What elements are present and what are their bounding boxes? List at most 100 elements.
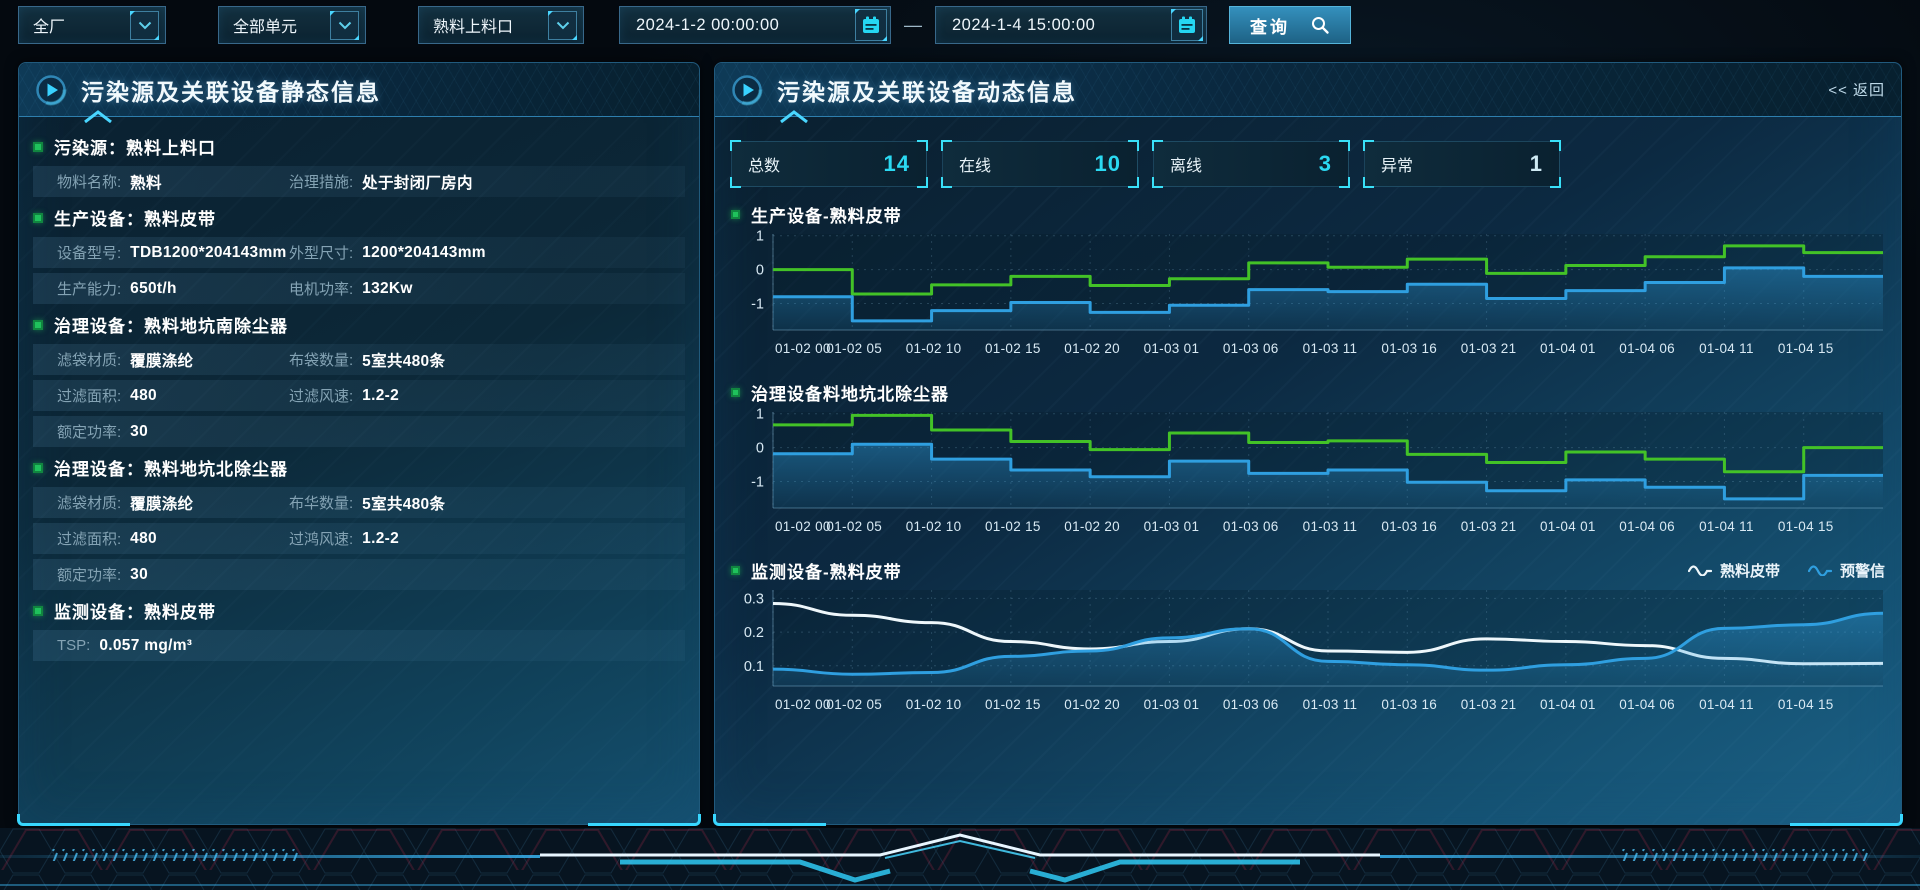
svg-text:01-03 16: 01-03 16: [1381, 697, 1437, 712]
corner-bracket: [730, 140, 741, 151]
svg-text:01-03 11: 01-03 11: [1303, 519, 1358, 534]
select-source[interactable]: 熟料上料口: [418, 6, 584, 44]
svg-text:01-03 11: 01-03 11: [1303, 341, 1358, 356]
dynamic-info-panel: 污染源及关联设备动态信息 << 返回 总数14在线10离线3异常1 生产设备-熟…: [714, 62, 1902, 825]
stat-label: 离线: [1170, 152, 1202, 176]
svg-text:01-03 01: 01-03 01: [1144, 519, 1200, 534]
chart-svg-wrap: 10-101-02 0001-02 0501-02 1001-02 1501-0…: [731, 230, 1885, 365]
dashboard-root: 全厂 全部单元 熟料上料口 2024-1-2 00:00:00: [0, 0, 1920, 890]
svg-text:01-03 21: 01-03 21: [1461, 341, 1517, 356]
svg-text:01-02 10: 01-02 10: [906, 341, 962, 356]
chart-title: 生产设备-熟料皮带: [751, 202, 902, 227]
stat-label: 总数: [748, 152, 780, 176]
info-cell: 过滤风速: 1.2-2: [289, 385, 399, 406]
chevron-down-icon[interactable]: [130, 11, 159, 40]
svg-text:01-04 01: 01-04 01: [1540, 519, 1596, 534]
stat-card-总数: 总数14: [731, 141, 927, 187]
info-cell: 设备型号:TDB1200*204143mm: [57, 242, 289, 263]
corner-bracket: [917, 177, 928, 188]
green-square-bullet-icon: [33, 213, 43, 223]
legend-item-预警信[interactable]: 预警信: [1808, 560, 1885, 581]
svg-text:01-04 11: 01-04 11: [1699, 519, 1754, 534]
info-label: 滤袋材质:: [57, 349, 121, 370]
chart-title-row: 监测设备-熟料皮带熟料皮带预警信: [731, 557, 1885, 583]
chart-svg: 10-101-02 0001-02 0501-02 1001-02 1501-0…: [731, 408, 1887, 538]
play-icon: [35, 74, 67, 106]
svg-text:1: 1: [756, 229, 764, 245]
info-value: 650t/h: [130, 280, 177, 298]
chevron-down-icon[interactable]: [548, 11, 577, 40]
device-stats-row: 总数14在线10离线3异常1: [731, 141, 1885, 187]
chart-block-0: 生产设备-熟料皮带 10-101-02 0001-02 0501-02 1001-…: [731, 201, 1885, 365]
topbar: 全厂 全部单元 熟料上料口 2024-1-2 00:00:00: [0, 0, 1920, 50]
info-label: 额定功率:: [57, 421, 121, 442]
date-start-field[interactable]: 2024-1-2 00:00:00: [619, 6, 891, 44]
chart-title-row: 生产设备-熟料皮带: [731, 201, 1885, 227]
info-row: 设备型号:TDB1200*204143mm外型尺寸:1200*204143mm: [33, 237, 685, 268]
section-header-row: 治理设备：熟料地坑北除尘器: [33, 452, 685, 483]
play-icon: [731, 74, 763, 106]
search-button[interactable]: 查询: [1229, 6, 1351, 44]
calendar-icon[interactable]: [1171, 9, 1203, 41]
info-label: 电机功率:: [289, 278, 353, 299]
static-info-rows: 污染源：熟料上料口物料名称:熟料治理措施:处于封闭厂房内生产设备：熟料皮带设备型…: [19, 117, 699, 661]
svg-text:01-02 20: 01-02 20: [1064, 519, 1120, 534]
info-label: 布袋数量:: [289, 349, 353, 370]
info-value: 1.2-2: [362, 387, 399, 405]
corner-bracket: [941, 177, 952, 188]
corner-bracket: [941, 140, 952, 151]
info-row: 过滤面积:480过鸿风速:1.2-2: [33, 523, 685, 554]
info-row: 滤袋材质:覆膜涤纶布华数量:5室共480条: [33, 487, 685, 518]
chart-title: 治理设备料地坑北除尘器: [751, 380, 949, 405]
back-link[interactable]: << 返回: [1828, 79, 1885, 100]
svg-text:01-03 11: 01-03 11: [1303, 697, 1358, 712]
date-start-value: 2024-1-2 00:00:00: [636, 16, 779, 35]
stat-card-异常: 异常 1: [1364, 141, 1560, 187]
select-factory[interactable]: 全厂: [18, 6, 166, 44]
section-label: 治理设备：熟料地坑南除尘器: [54, 312, 288, 337]
svg-text:01-02 20: 01-02 20: [1064, 697, 1120, 712]
green-square-bullet-icon: [33, 142, 43, 152]
info-label: 额定功率:: [57, 564, 121, 585]
corner-bracket: [917, 140, 928, 151]
svg-text:01-04 15: 01-04 15: [1778, 341, 1834, 356]
info-label: 过鸿风速:: [289, 528, 353, 549]
section-header-row: 治理设备：熟料地坑南除尘器: [33, 309, 685, 340]
static-info-title: 污染源及关联设备静态信息: [81, 73, 381, 107]
select-unit-value: 全部单元: [233, 13, 297, 37]
select-unit[interactable]: 全部单元: [218, 6, 366, 44]
legend-label: 预警信: [1840, 560, 1885, 581]
select-source-value: 熟料上料口: [433, 13, 513, 37]
select-factory-value: 全厂: [33, 13, 65, 37]
info-value: 覆膜涤纶: [130, 349, 193, 371]
static-info-panel: 污染源及关联设备静态信息 污染源：熟料上料口物料名称:熟料治理措施:处于封闭厂房…: [18, 62, 700, 825]
info-cell: 布华数量:5室共480条: [289, 492, 445, 514]
svg-text:0.1: 0.1: [744, 659, 764, 675]
info-value: 132Kw: [362, 280, 413, 298]
legend-label: 熟料皮带: [1720, 560, 1780, 581]
info-label: 滤袋材质:: [57, 492, 121, 513]
stat-value: 1: [1530, 151, 1543, 177]
info-row: TSP:0.057 mg/m³: [33, 630, 685, 661]
chart-svg: 0.30.20.101-02 0001-02 0501-02 1001-02 1…: [731, 586, 1887, 716]
date-end-field[interactable]: 2024-1-4 15:00:00: [935, 6, 1207, 44]
info-label: 过滤风速:: [289, 385, 353, 406]
info-cell: 物料名称:熟料: [57, 171, 289, 193]
legend-item-熟料皮带[interactable]: 熟料皮带: [1688, 560, 1780, 581]
info-label: 过滤面积:: [57, 528, 121, 549]
info-row: 额定功率:30: [33, 416, 685, 447]
info-cell: 外型尺寸:1200*204143mm: [289, 242, 486, 263]
svg-text:01-02 15: 01-02 15: [985, 697, 1041, 712]
stat-label: 异常: [1381, 152, 1413, 176]
info-cell: 额定功率:30: [57, 421, 148, 442]
svg-text:0.3: 0.3: [744, 591, 764, 607]
section-label: 生产设备：熟料皮带: [54, 205, 216, 230]
calendar-icon[interactable]: [855, 9, 887, 41]
svg-text:01-03 21: 01-03 21: [1461, 697, 1517, 712]
svg-text:01-02 15: 01-02 15: [985, 519, 1041, 534]
stat-value: 3: [1319, 151, 1332, 177]
info-label: 物料名称:: [57, 171, 121, 192]
chevron-down-icon[interactable]: [330, 11, 359, 40]
svg-text:01-04 01: 01-04 01: [1540, 697, 1596, 712]
info-row: 滤袋材质:覆膜涤纶布袋数量:5室共480条: [33, 344, 685, 375]
